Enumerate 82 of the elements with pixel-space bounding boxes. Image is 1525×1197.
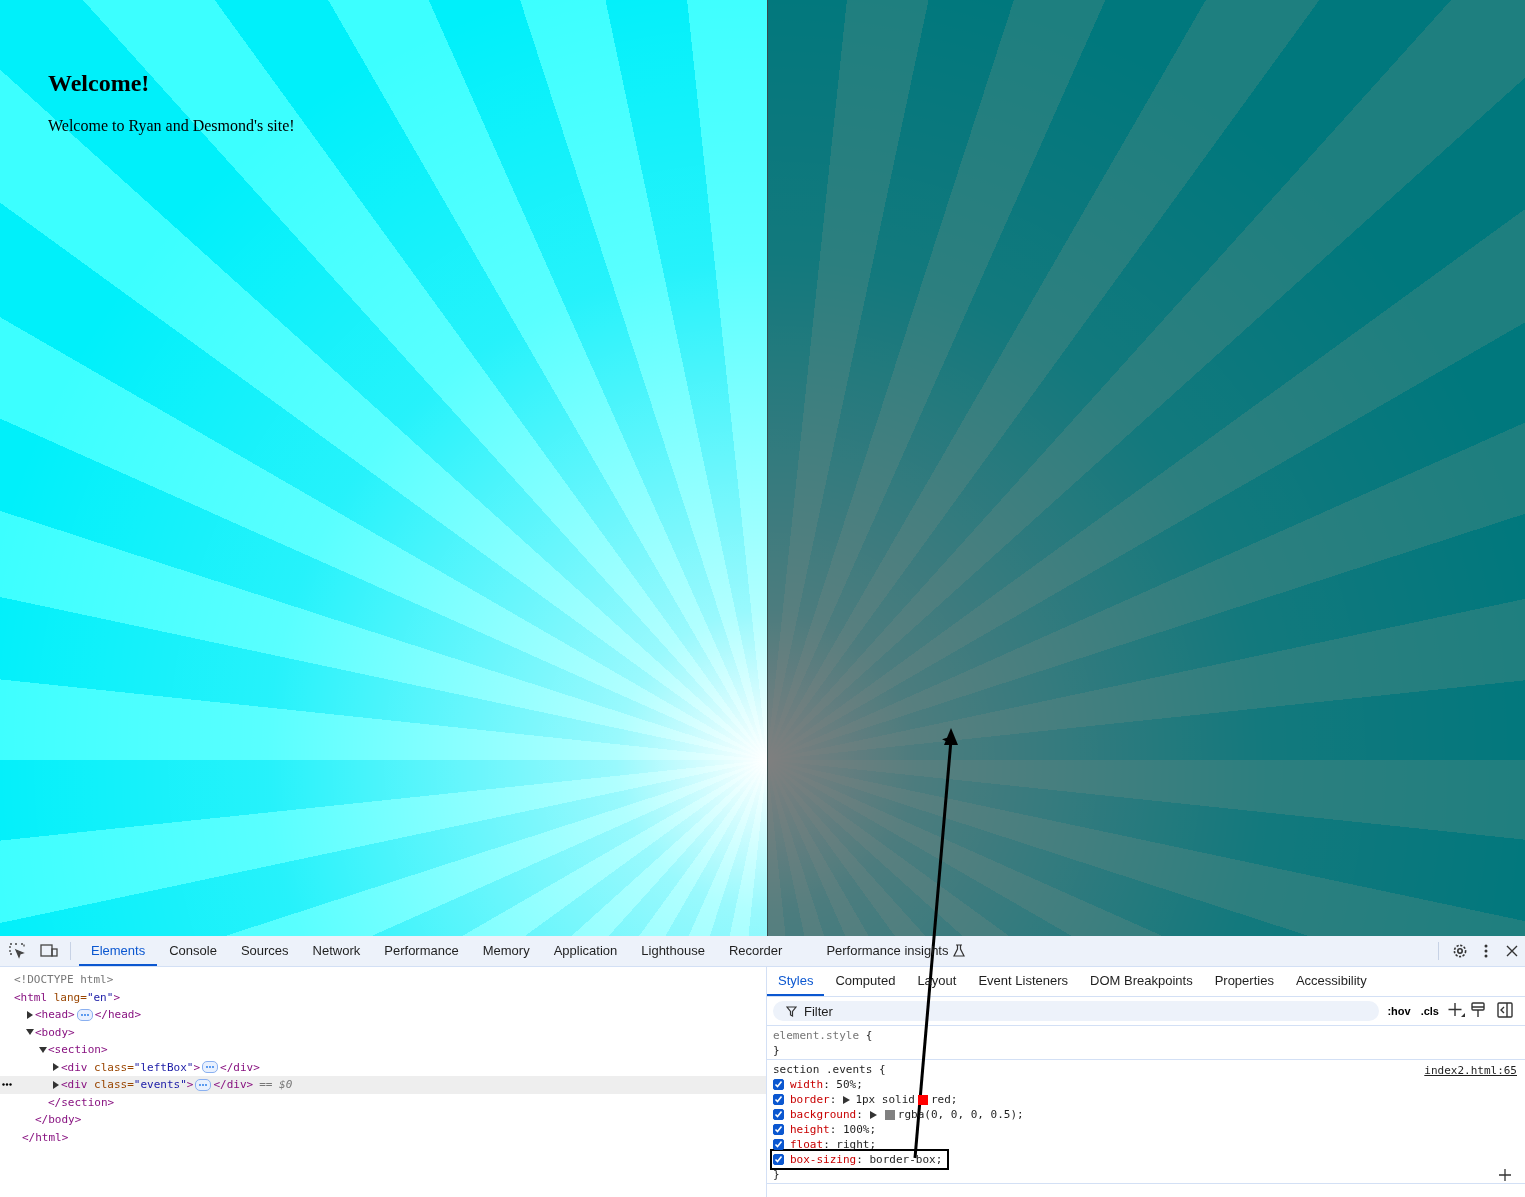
- property-name: box-sizing: [790, 1153, 857, 1166]
- collapsed-triangle-icon[interactable]: [843, 1095, 851, 1104]
- collapsed-triangle-icon[interactable]: [869, 1110, 877, 1119]
- css-brace: }: [773, 1168, 780, 1181]
- devtools-tab[interactable]: Console: [157, 936, 229, 966]
- css-brace: }: [773, 1044, 780, 1057]
- more-dots-icon[interactable]: [2, 1083, 12, 1087]
- property-value: :: [856, 1108, 863, 1121]
- property-name: width: [790, 1078, 824, 1091]
- property-value: red;: [931, 1093, 958, 1106]
- css-brace: {: [864, 1029, 873, 1042]
- html-code: <div: [61, 1078, 88, 1092]
- property-name: border: [790, 1093, 830, 1106]
- html-code: >: [193, 1060, 201, 1074]
- collapsed-content-icon[interactable]: [76, 1008, 93, 1021]
- toggle-button[interactable]: .cls: [1418, 1005, 1441, 1017]
- html-code: <div: [61, 1060, 88, 1074]
- checkbox[interactable]: [773, 1124, 784, 1135]
- sidebar-tab[interactable]: Accessibility: [1284, 967, 1378, 996]
- property-value: : right;: [823, 1138, 877, 1151]
- devtools-tab[interactable]: Recorder: [716, 936, 795, 966]
- html-code: >: [113, 990, 120, 1004]
- html-code: "en": [86, 990, 114, 1004]
- html-code: class=: [93, 1060, 134, 1074]
- devtools-tab[interactable]: Lighthouse: [629, 936, 717, 966]
- console-reference: == $0: [259, 1078, 293, 1092]
- source-link[interactable]: index2.html:65: [1424, 1064, 1517, 1077]
- property-value: : 50%;: [823, 1078, 863, 1091]
- css-brace: {: [877, 1063, 886, 1076]
- checkbox[interactable]: [773, 1079, 784, 1090]
- checkbox[interactable]: [773, 1139, 784, 1150]
- toggle-button[interactable]: :hov: [1385, 1005, 1413, 1017]
- devtools-tab[interactable]: Network: [300, 936, 373, 966]
- html-code: "events": [133, 1078, 187, 1092]
- checkbox[interactable]: [773, 1094, 784, 1105]
- html-code: "leftBox": [133, 1060, 194, 1074]
- devtools-tab[interactable]: Application: [541, 936, 630, 966]
- devtools-tab[interactable]: Sources: [228, 936, 301, 966]
- html-code: <html: [14, 990, 48, 1004]
- filter-field[interactable]: Filter: [773, 1001, 1380, 1021]
- html-code: </html>: [22, 1130, 69, 1144]
- html-code: </div>: [213, 1078, 254, 1092]
- collapsed-content-icon[interactable]: [202, 1061, 219, 1074]
- add-icon[interactable]: [1499, 1169, 1511, 1181]
- html-code: >: [186, 1078, 194, 1092]
- property-value: :: [829, 1093, 837, 1106]
- html-code: <body>: [35, 1025, 75, 1039]
- sidebar-tab[interactable]: DOM Breakpoints: [1079, 967, 1204, 996]
- devtools-tab[interactable]: Elements: [79, 936, 158, 966]
- sidebar-tab[interactable]: Event Listeners: [967, 967, 1080, 996]
- property-name: float: [790, 1138, 824, 1151]
- property-value: 1px solid: [855, 1093, 915, 1106]
- filter-icon: [786, 1006, 797, 1017]
- html-code: <head>: [35, 1008, 75, 1022]
- flask-icon: [952, 943, 965, 957]
- collapsed-triangle-icon[interactable]: [25, 1010, 35, 1019]
- property-value: : border-box;: [856, 1153, 943, 1166]
- color-swatch[interactable]: [884, 1109, 895, 1120]
- sidebar-tab[interactable]: Properties: [1203, 967, 1285, 996]
- welcome-text: Welcome to Ryan and Desmond's site!: [48, 117, 296, 135]
- checkbox[interactable]: [773, 1109, 784, 1120]
- page-heading: Welcome!: [48, 70, 151, 97]
- html-code: lang=: [52, 990, 87, 1004]
- html-code: <!DOCTYPE html>: [14, 973, 114, 987]
- html-code: <section>: [48, 1043, 108, 1057]
- devtools-tab[interactable]: Performance: [372, 936, 471, 966]
- html-code: </div>: [220, 1060, 260, 1074]
- sidebar-tab[interactable]: Styles: [767, 967, 825, 996]
- html-code: </head>: [94, 1008, 142, 1022]
- color-swatch[interactable]: [918, 1094, 928, 1105]
- html-code: class=: [93, 1078, 134, 1092]
- sidebar-toggle-icon[interactable]: [1497, 1001, 1513, 1021]
- devtools-tab[interactable]: Memory: [470, 936, 542, 966]
- html-code: </body>: [35, 1113, 82, 1127]
- html-code: </section>: [48, 1095, 115, 1109]
- property-value: : 100%;: [829, 1123, 877, 1136]
- property-name: height: [790, 1123, 830, 1136]
- css-selector: element.style: [773, 1029, 860, 1042]
- checkbox[interactable]: [773, 1154, 784, 1165]
- sidebar-tab[interactable]: Computed: [824, 967, 907, 996]
- css-selector: section .events: [773, 1063, 873, 1076]
- property-name: background: [790, 1108, 857, 1121]
